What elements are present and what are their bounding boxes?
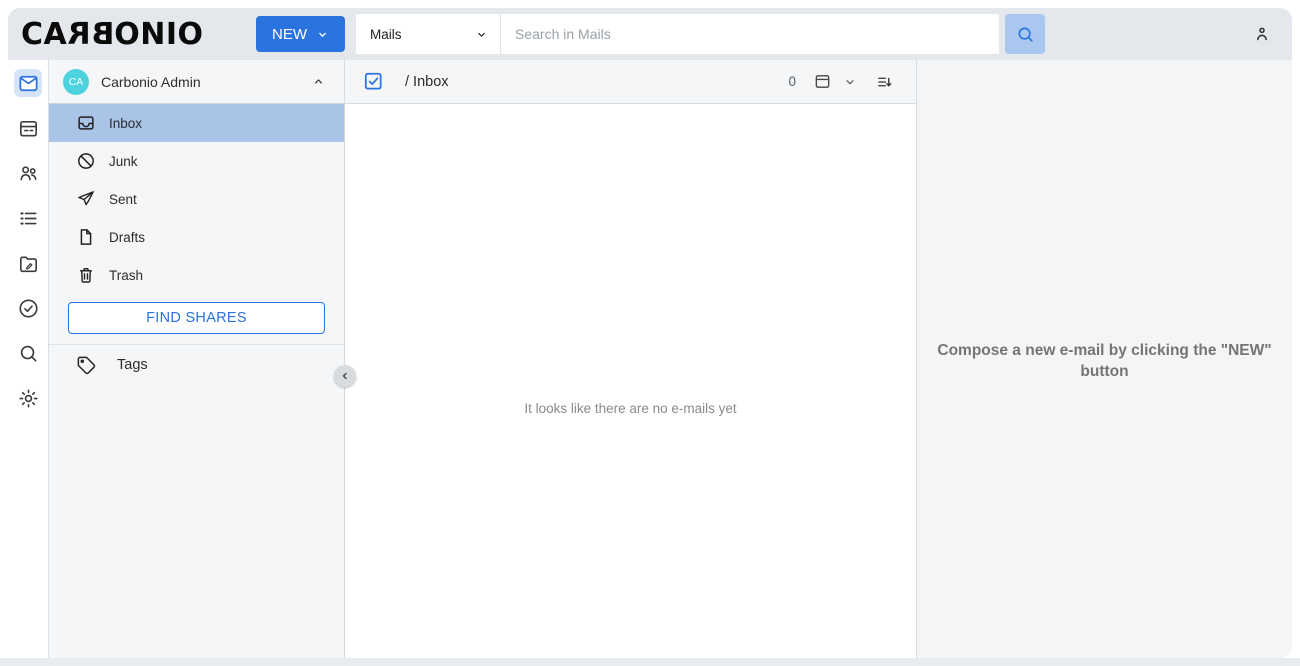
files-icon bbox=[17, 252, 40, 275]
folder-label: Drafts bbox=[109, 229, 146, 245]
trash-icon bbox=[76, 265, 96, 285]
chevron-down-icon[interactable] bbox=[843, 75, 857, 89]
search-icon bbox=[1015, 24, 1036, 45]
app-shell: CA Carbonio Admin Inbox Junk Sent Drafts… bbox=[8, 60, 1292, 658]
window-bottom-edge bbox=[0, 658, 1300, 666]
folder-label: Sent bbox=[109, 191, 137, 207]
folder-inbox[interactable]: Inbox bbox=[49, 104, 344, 142]
avatar: CA bbox=[63, 68, 89, 95]
reading-pane: Compose a new e-mail by clicking the "NE… bbox=[917, 60, 1292, 658]
account-name: Carbonio Admin bbox=[101, 73, 201, 90]
gear-icon bbox=[17, 387, 40, 410]
mail-list-body: It looks like there are no e-mails yet bbox=[345, 104, 916, 658]
search-input[interactable] bbox=[501, 14, 999, 54]
tags-label: Tags bbox=[117, 357, 148, 373]
folder-drafts[interactable]: Drafts bbox=[49, 218, 344, 256]
select-all-checkbox[interactable] bbox=[363, 71, 384, 92]
folder-label: Junk bbox=[109, 153, 138, 169]
search-scope-value: Mails bbox=[370, 26, 402, 42]
mail-list-panel: / Inbox 0 It looks like there are no e-m… bbox=[345, 60, 917, 658]
folder-sent[interactable]: Sent bbox=[49, 180, 344, 218]
paper-plane-icon bbox=[76, 189, 96, 209]
tags-accordion[interactable]: Tags bbox=[49, 345, 344, 385]
folder-label: Trash bbox=[109, 267, 144, 283]
user-account-button[interactable] bbox=[1252, 24, 1272, 44]
rail-item-settings[interactable] bbox=[14, 384, 42, 412]
top-bar: CARBONIO NEW Mails bbox=[8, 8, 1292, 60]
inbox-icon bbox=[76, 113, 96, 133]
calendar-icon bbox=[17, 117, 40, 140]
new-button-label: NEW bbox=[272, 25, 307, 43]
mail-list-header: / Inbox 0 bbox=[345, 60, 916, 104]
checkmark-circle-icon bbox=[17, 297, 40, 320]
sort-button[interactable] bbox=[876, 73, 894, 91]
folder-trash[interactable]: Trash bbox=[49, 256, 344, 294]
empty-list-message: It looks like there are no e-mails yet bbox=[524, 401, 737, 416]
primary-nav-rail bbox=[8, 60, 49, 658]
rail-item-mails[interactable] bbox=[14, 69, 42, 97]
tag-icon bbox=[76, 355, 97, 376]
account-accordion[interactable]: CA Carbonio Admin bbox=[49, 60, 344, 104]
mail-icon bbox=[17, 72, 40, 95]
message-count: 0 bbox=[788, 74, 796, 89]
chevron-down-icon bbox=[316, 28, 329, 41]
rail-item-search[interactable] bbox=[14, 339, 42, 367]
list-icon bbox=[17, 207, 40, 230]
mail-sidebar: CA Carbonio Admin Inbox Junk Sent Drafts… bbox=[49, 60, 345, 658]
slash-circle-icon bbox=[76, 151, 96, 171]
chevron-down-icon bbox=[475, 28, 488, 41]
new-button[interactable]: NEW bbox=[256, 16, 345, 52]
search-icon bbox=[17, 342, 40, 365]
layout-toggle-button[interactable] bbox=[813, 72, 832, 91]
rail-item-tasks[interactable] bbox=[14, 294, 42, 322]
breadcrumb: / Inbox bbox=[405, 73, 449, 90]
sidebar-collapse-button[interactable] bbox=[334, 365, 356, 387]
rail-item-files[interactable] bbox=[14, 249, 42, 277]
rail-item-contacts[interactable] bbox=[14, 159, 42, 187]
chevron-left-icon bbox=[339, 370, 351, 382]
search-bar: Mails bbox=[356, 14, 999, 54]
search-submit-button[interactable] bbox=[1005, 14, 1045, 54]
rail-item-lists[interactable] bbox=[14, 204, 42, 232]
people-icon bbox=[17, 162, 40, 185]
compose-hint: Compose a new e-mail by clicking the "NE… bbox=[937, 342, 1272, 380]
find-shares-button[interactable]: FIND SHARES bbox=[68, 302, 325, 334]
rail-item-calendars[interactable] bbox=[14, 114, 42, 142]
person-icon bbox=[1252, 24, 1272, 44]
search-scope-select[interactable]: Mails bbox=[356, 14, 501, 54]
carbonio-logo: CARBONIO bbox=[21, 16, 204, 52]
chevron-up-icon bbox=[311, 74, 326, 89]
folder-label: Inbox bbox=[109, 115, 143, 131]
file-icon bbox=[76, 227, 96, 247]
folder-junk[interactable]: Junk bbox=[49, 142, 344, 180]
